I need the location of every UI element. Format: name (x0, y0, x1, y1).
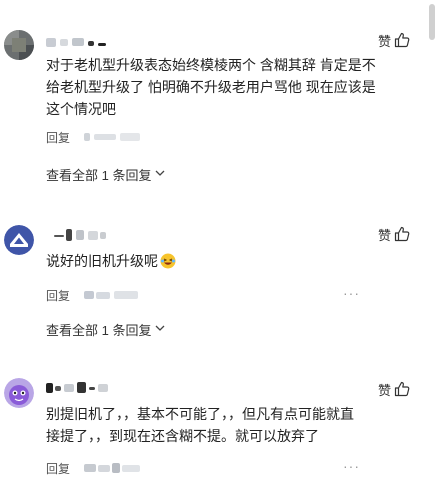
thumbs-up-icon (394, 381, 410, 397)
username[interactable] (46, 36, 116, 48)
like-button[interactable]: 赞 (378, 380, 410, 398)
more-dots-icon[interactable]: ··· (343, 285, 360, 301)
view-all-replies[interactable]: 查看全部 1 条回复 (46, 320, 166, 339)
avatar[interactable] (4, 225, 34, 255)
comment-text: 说好的旧机升级呢 (46, 250, 386, 272)
like-label: 赞 (377, 227, 391, 243)
reply-button[interactable]: 回复 (46, 287, 70, 304)
like-label: 赞 (377, 382, 391, 398)
username[interactable] (46, 382, 116, 394)
like-button[interactable]: 赞 (378, 225, 410, 243)
like-button[interactable]: 赞 (378, 31, 410, 49)
chevron-down-icon (151, 167, 166, 182)
like-label: 赞 (377, 33, 391, 49)
reply-button[interactable]: 回复 (46, 129, 70, 146)
thumbs-up-icon (394, 32, 410, 48)
comment-meta: 回复 (46, 287, 140, 303)
comment-timestamp (84, 290, 140, 300)
scrollbar[interactable] (426, 0, 438, 502)
laughing-emoji-icon (160, 253, 176, 269)
chevron-down-icon (151, 322, 166, 337)
username[interactable] (46, 229, 116, 241)
comment-section: 赞 对于老机型升级表态始终模棱两个 含糊其辞 肯定是不 给老机型升级了 怕明确不… (0, 0, 438, 502)
more-dots-icon[interactable]: ··· (343, 458, 360, 474)
comment-meta: 回复 (46, 129, 144, 145)
reply-button[interactable]: 回复 (46, 460, 70, 477)
comment-timestamp (84, 463, 142, 473)
comment-timestamp (84, 132, 144, 142)
comment-text: 对于老机型升级表态始终模棱两个 含糊其辞 肯定是不 给老机型升级了 怕明确不升级… (46, 57, 376, 117)
scrollbar-thumb[interactable] (429, 4, 435, 40)
thumbs-up-icon (394, 226, 410, 242)
avatar[interactable] (4, 378, 34, 408)
view-all-replies[interactable]: 查看全部 1 条回复 (46, 165, 166, 184)
comment-text: 别提旧机了，，基本不可能了，，但凡有点可能就直 接提了，，到现在还含糊不提。就可… (46, 406, 354, 444)
avatar[interactable] (4, 30, 34, 60)
comment-meta: 回复 (46, 460, 142, 476)
